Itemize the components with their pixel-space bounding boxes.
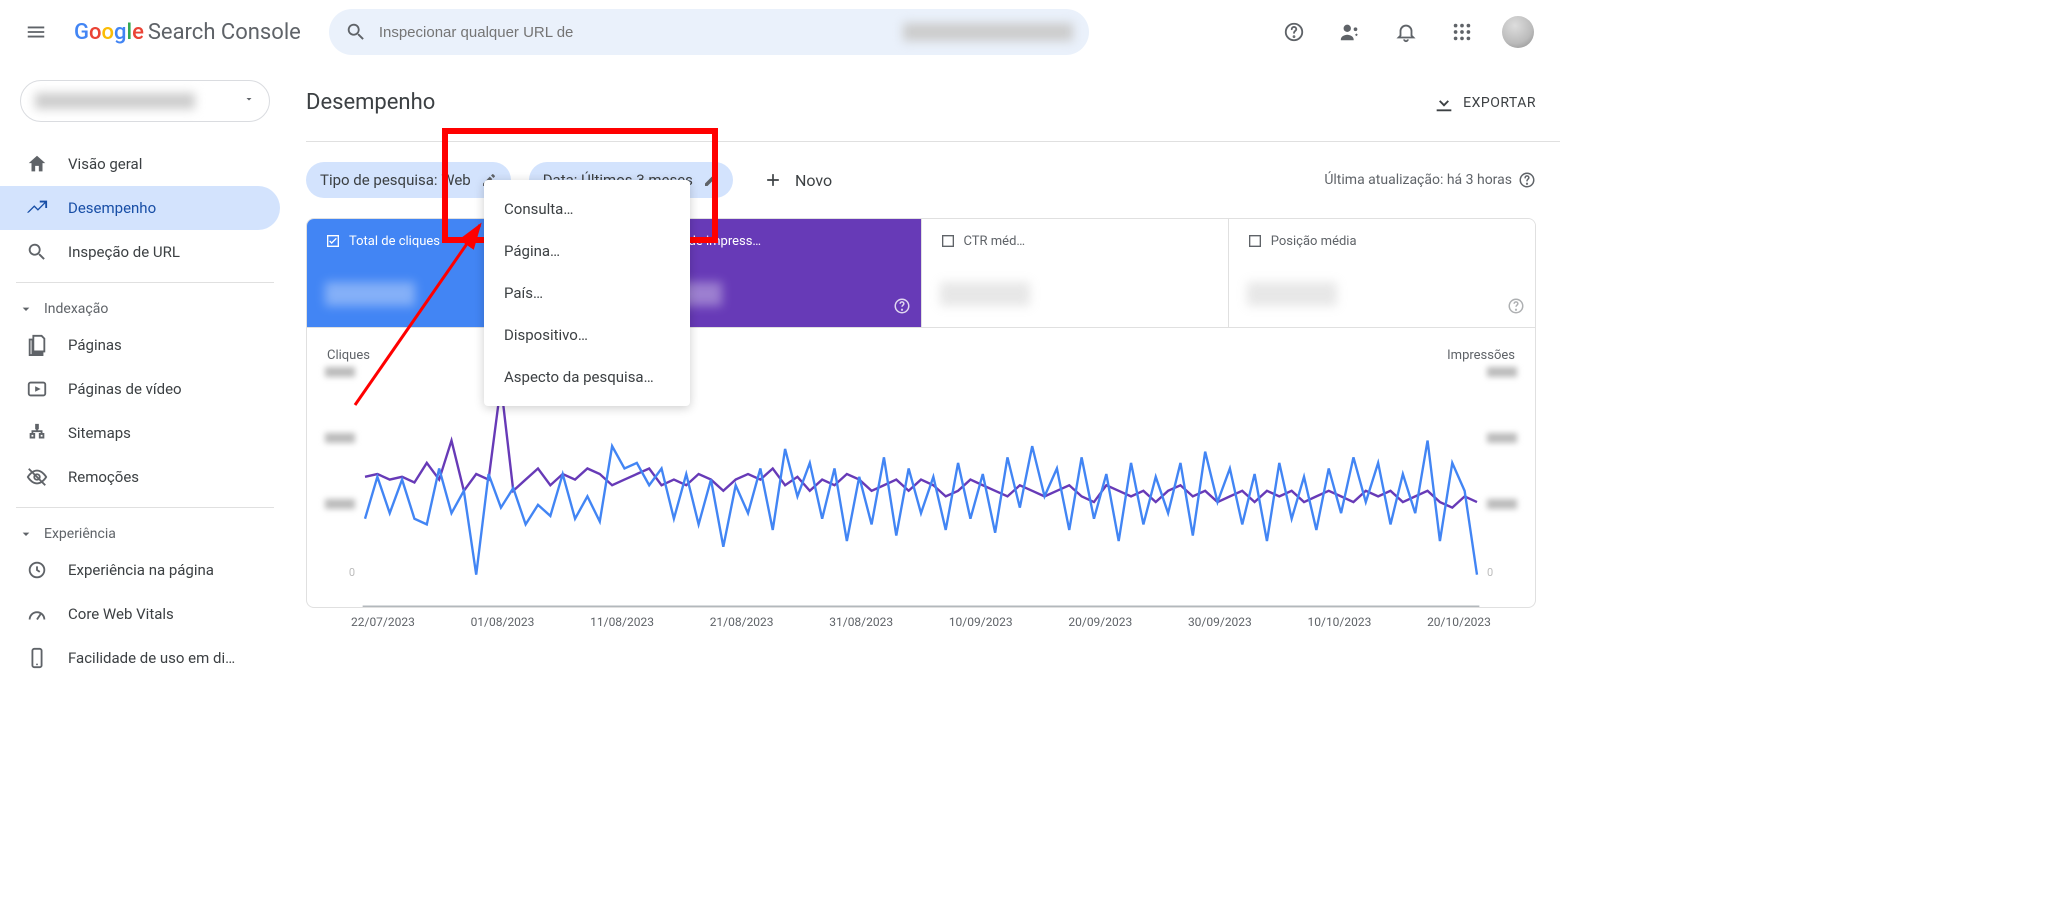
last-update-text: Última atualização: há 3 horas [1324, 171, 1536, 189]
page-topbar: Desempenho EXPORTAR [306, 64, 1560, 142]
chart-y-label-right: Impressões [1447, 348, 1515, 363]
obscured-clicks-value [325, 282, 415, 306]
filter-chip-search-type[interactable]: Tipo de pesquisa: Web [306, 162, 511, 198]
dropdown-item[interactable]: Página… [484, 230, 690, 272]
help-icon[interactable] [1507, 297, 1525, 319]
new-filter-dropdown: Consulta…Página…País…Dispositivo…Aspecto… [484, 180, 690, 406]
hamburger-menu-icon[interactable] [12, 8, 60, 56]
users-settings-icon[interactable] [1326, 8, 1374, 56]
nav-divider [16, 282, 274, 283]
property-selector[interactable] [20, 80, 270, 122]
search-icon [26, 241, 48, 263]
gauge-icon [26, 603, 48, 625]
sidebar-item-sitemaps[interactable]: Sitemaps [0, 411, 280, 455]
obscured-property-name [35, 93, 195, 109]
dropdown-item[interactable]: País… [484, 272, 690, 314]
sidebar-item-video-pages[interactable]: Páginas de vídeo [0, 367, 280, 411]
plus-icon [763, 170, 783, 190]
x-tick: 10/09/2023 [949, 615, 1013, 629]
sidebar-item-label: Core Web Vitals [68, 605, 174, 623]
pages-icon [26, 334, 48, 356]
main-content: Desempenho EXPORTAR Tipo de pesquisa: We… [290, 64, 1560, 703]
x-tick: 31/08/2023 [829, 615, 893, 629]
sidebar-item-label: Experiência na página [68, 561, 214, 579]
home-icon [26, 153, 48, 175]
sidebar-item-performance[interactable]: Desempenho [0, 186, 280, 230]
checkbox-checked-icon [325, 233, 341, 249]
help-icon[interactable] [1518, 171, 1536, 189]
sidebar-item-label: Sitemaps [68, 424, 131, 442]
help-icon[interactable] [1270, 8, 1318, 56]
video-pages-icon [26, 378, 48, 400]
sidebar-item-label: Facilidade de uso em di… [68, 649, 235, 667]
sidebar-item-removals[interactable]: Remoções [0, 455, 280, 499]
metric-card-position[interactable]: Posição média [1229, 219, 1535, 327]
obscured-ctr-value [940, 282, 1030, 306]
pencil-icon [703, 172, 719, 188]
dropdown-item[interactable]: Aspecto da pesquisa… [484, 356, 690, 398]
x-tick: 30/09/2023 [1188, 615, 1252, 629]
page-title: Desempenho [306, 90, 435, 115]
sidebar-item-label: Páginas [68, 336, 122, 354]
obscured-position-value [1247, 282, 1337, 306]
chart-y-label-left: Cliques [327, 348, 370, 363]
app-header: Google Search Console [0, 0, 1560, 64]
visibility-off-icon [26, 466, 48, 488]
chevron-down-icon [18, 526, 34, 542]
x-tick: 22/07/2023 [351, 615, 415, 629]
chart-y-ticks-right: 0 [1487, 367, 1517, 579]
checkbox-unchecked-icon [940, 233, 956, 249]
download-icon [1433, 92, 1455, 114]
sidebar-item-label: Desempenho [68, 199, 156, 217]
export-button[interactable]: EXPORTAR [1433, 92, 1536, 114]
dropdown-item[interactable]: Dispositivo… [484, 314, 690, 356]
sidebar-item-overview[interactable]: Visão geral [0, 142, 280, 186]
logo[interactable]: Google Search Console [74, 20, 301, 45]
url-inspect-input[interactable] [379, 24, 891, 41]
x-tick: 10/10/2023 [1308, 615, 1372, 629]
obscured-site-domain [903, 23, 1073, 41]
x-tick: 11/08/2023 [590, 615, 654, 629]
sidebar-item-mobile-usability[interactable]: Facilidade de uso em di… [0, 636, 280, 680]
sidebar-item-page-experience[interactable]: Experiência na página [0, 548, 280, 592]
metric-card-ctr[interactable]: CTR méd… [922, 219, 1229, 327]
sidebar-item-label: Inspeção de URL [68, 243, 180, 261]
sidebar-item-pages[interactable]: Páginas [0, 323, 280, 367]
sidebar-item-label: Páginas de vídeo [68, 380, 182, 398]
sidebar-item-label: Remoções [68, 468, 139, 486]
x-tick: 20/10/2023 [1427, 615, 1491, 629]
sidebar: Visão geral Desempenho Inspeção de URL I… [0, 64, 290, 703]
filter-chip-new[interactable]: Novo [751, 170, 844, 190]
url-inspect-search[interactable] [329, 9, 1089, 55]
sidebar-section-indexing[interactable]: Indexação [0, 291, 290, 323]
avatar-image [1502, 16, 1534, 48]
chevron-down-icon [243, 93, 255, 109]
help-icon[interactable] [893, 297, 911, 319]
chevron-down-icon [18, 301, 34, 317]
x-tick: 21/08/2023 [710, 615, 774, 629]
sidebar-section-experience[interactable]: Experiência [0, 516, 290, 548]
search-icon [345, 21, 367, 43]
sidebar-item-url-inspection[interactable]: Inspeção de URL [0, 230, 280, 274]
apps-grid-icon[interactable] [1438, 8, 1486, 56]
sidebar-item-label: Visão geral [68, 155, 142, 173]
phone-icon [26, 647, 48, 669]
x-tick: 20/09/2023 [1068, 615, 1132, 629]
nav-divider [16, 507, 274, 508]
x-tick: 01/08/2023 [471, 615, 535, 629]
checkbox-unchecked-icon [1247, 233, 1263, 249]
chart-y-ticks-left: 0 [325, 367, 355, 579]
dropdown-item[interactable]: Consulta… [484, 188, 690, 230]
chart-x-axis: 22/07/2023 01/08/2023 11/08/2023 21/08/2023… [351, 615, 1491, 629]
trending-icon [26, 197, 48, 219]
sitemap-icon [26, 422, 48, 444]
account-avatar[interactable] [1494, 8, 1542, 56]
notifications-icon[interactable] [1382, 8, 1430, 56]
badge-icon [26, 559, 48, 581]
sidebar-item-core-web-vitals[interactable]: Core Web Vitals [0, 592, 280, 636]
